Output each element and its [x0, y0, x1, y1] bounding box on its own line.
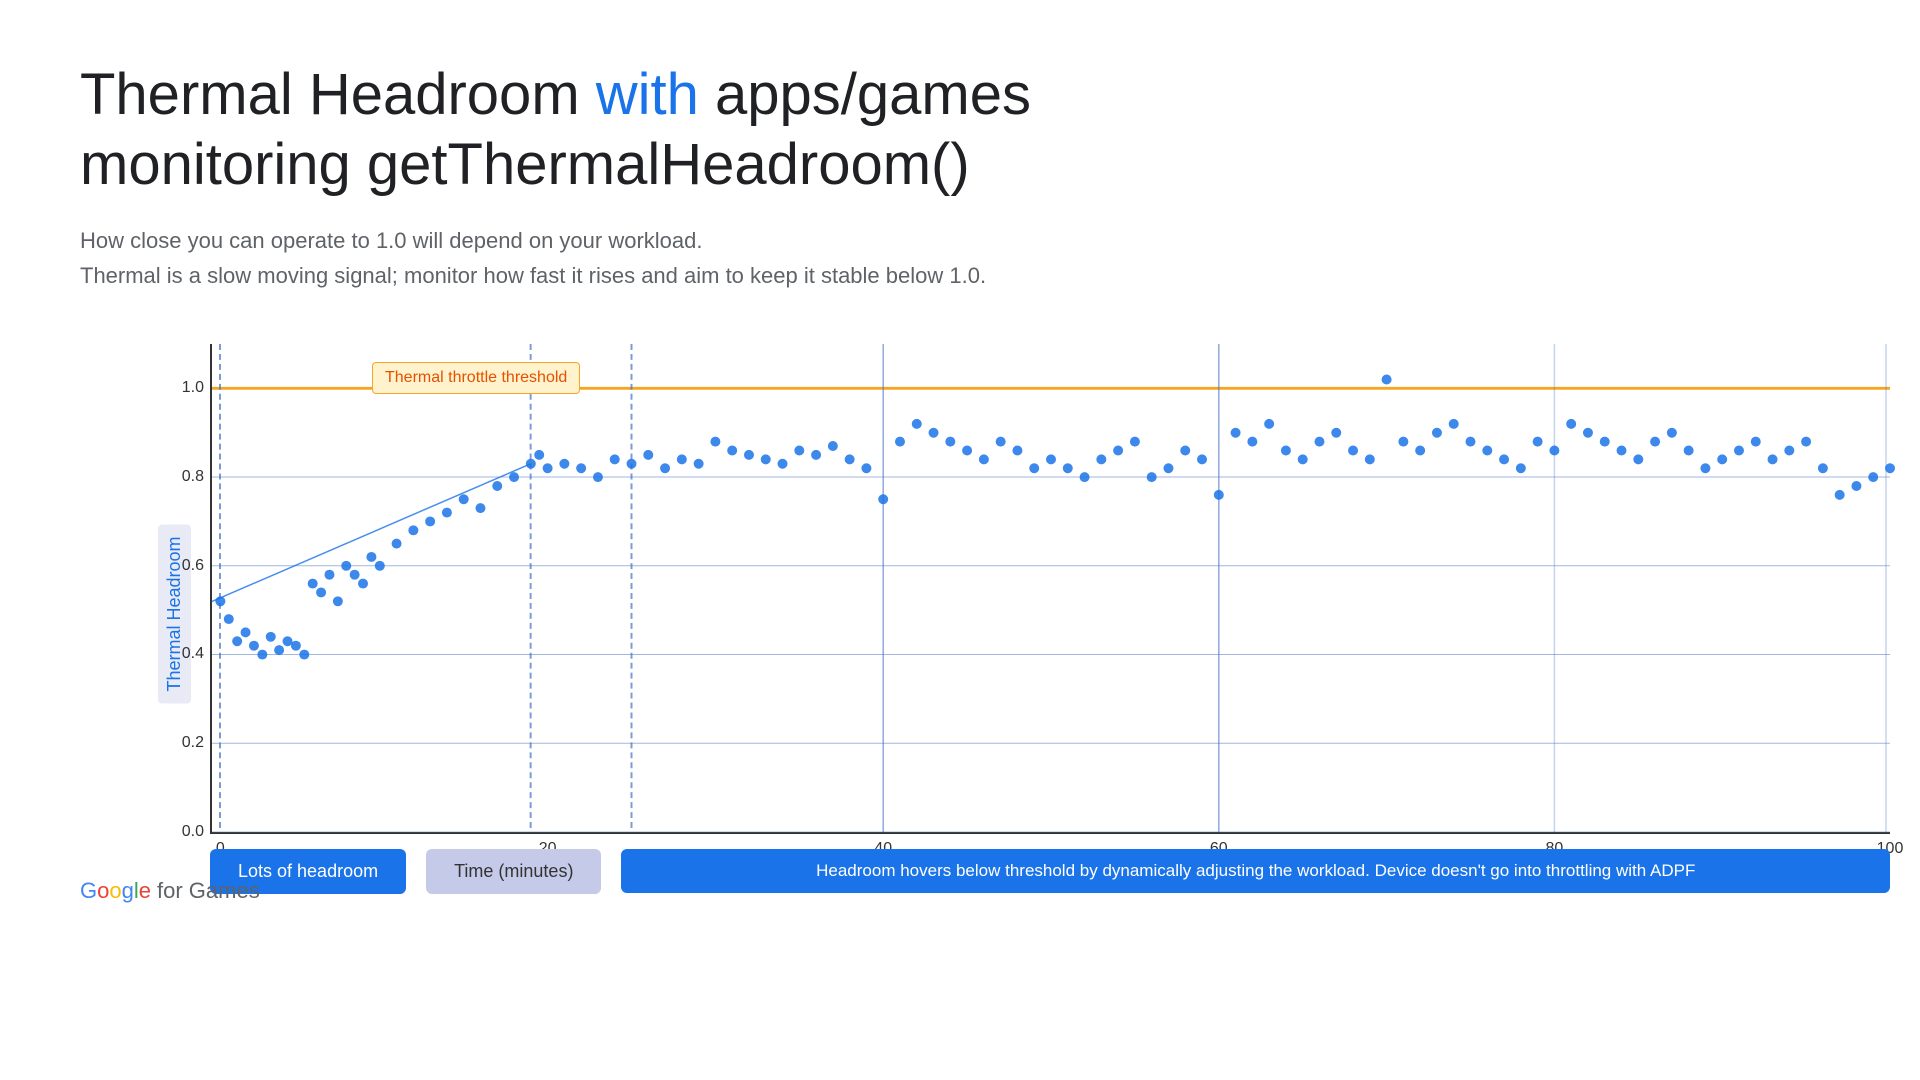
y-tick-0-6: 0.6	[182, 557, 204, 575]
subtitle-line1: How close you can operate to 1.0 will de…	[80, 223, 1840, 258]
page-title: Thermal Headroom with apps/games monitor…	[80, 60, 1840, 199]
subtitle: How close you can operate to 1.0 will de…	[80, 223, 1840, 293]
legend-adpf: Headroom hovers below threshold by dynam…	[621, 849, 1890, 893]
e-letter: e	[139, 878, 151, 903]
y-tick-0-8: 0.8	[182, 468, 204, 486]
y-tick-1-0: 1.0	[182, 379, 204, 397]
google-text: Google	[80, 878, 151, 904]
chart-area: Thermal throttle threshold 1.0 0.8 0.6 0…	[210, 344, 1890, 834]
title-keyword: with	[596, 62, 699, 127]
threshold-label: Thermal throttle threshold	[372, 362, 580, 394]
y-tick-0-4: 0.4	[182, 645, 204, 663]
for-games-text: for Games	[157, 878, 260, 904]
subtitle-line2: Thermal is a slow moving signal; monitor…	[80, 258, 1840, 293]
google-logo: Google for Games	[80, 878, 260, 904]
g-letter2: g	[122, 878, 134, 903]
g-letter: G	[80, 878, 97, 903]
legend-time: Time (minutes)	[426, 849, 601, 894]
legend-container: Lots of headroom Time (minutes) Headroom…	[210, 849, 1890, 894]
o-letter2: o	[109, 878, 121, 903]
y-axis-label: Thermal Headroom	[158, 524, 191, 703]
main-container: Thermal Headroom with apps/games monitor…	[0, 0, 1920, 934]
title-part1: Thermal Headroom	[80, 62, 596, 127]
chart-container: Thermal Headroom	[140, 334, 1900, 894]
o-letter1: o	[97, 878, 109, 903]
title-part2: apps/games	[699, 62, 1031, 127]
chart-svg	[212, 344, 1890, 832]
y-tick-0-0: 0.0	[182, 823, 204, 841]
title-line2: monitoring getThermalHeadroom()	[80, 132, 970, 197]
y-tick-0-2: 0.2	[182, 734, 204, 752]
